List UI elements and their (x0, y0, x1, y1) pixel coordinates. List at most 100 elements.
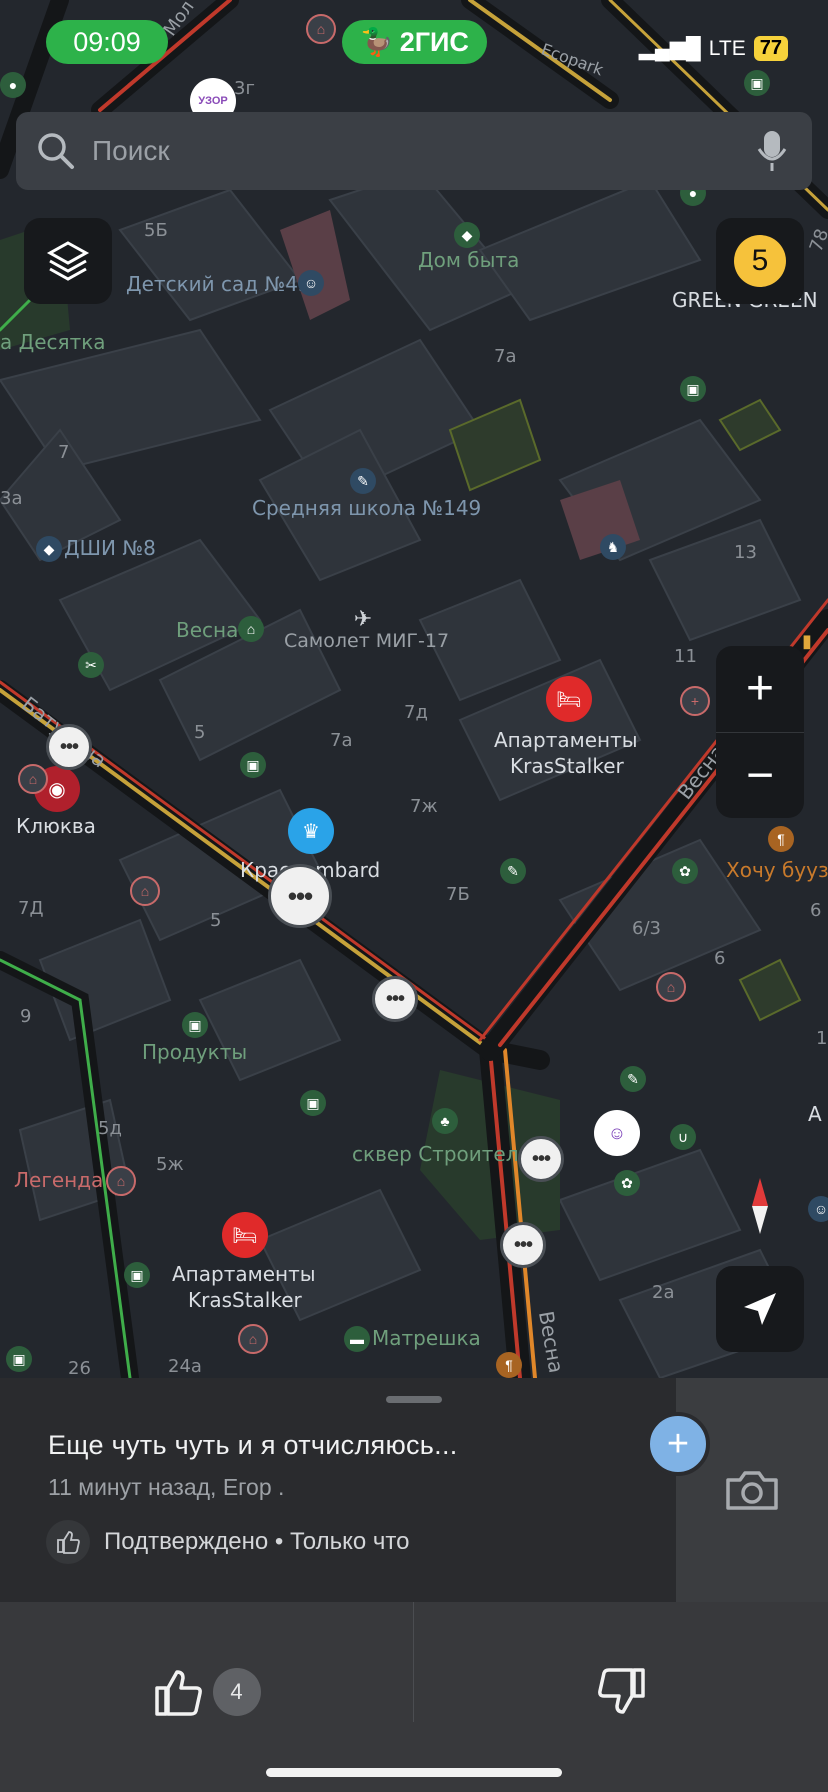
service-icon[interactable]: ◆ (454, 222, 480, 248)
layers-icon (46, 241, 90, 281)
selected-comment-marker-icon[interactable]: ••• (268, 864, 332, 928)
thumbs-down-icon (598, 1668, 645, 1714)
house-number: 5д (98, 1118, 122, 1139)
like-button[interactable]: 4 (0, 1602, 413, 1782)
label-desyatka: а Десятка (0, 330, 106, 354)
scissors-icon[interactable]: ✂ (78, 652, 104, 678)
navigation-arrow-icon (744, 1293, 776, 1325)
status-indicators: ▂▄▆█ LTE 77 (639, 36, 788, 61)
events-count-badge: 5 (734, 235, 786, 287)
layers-button[interactable] (24, 218, 112, 304)
zoom-controls: + − (716, 646, 804, 818)
shop-icon[interactable]: ▣ (300, 1090, 326, 1116)
basket-icon[interactable]: ▣ (124, 1262, 150, 1288)
cafe-icon[interactable]: ¶ (496, 1352, 522, 1378)
house-number: 24а (168, 1356, 202, 1377)
comment-marker-icon[interactable]: ••• (46, 724, 92, 770)
comment-title: Еще чуть чуть и я отчисляюсь... (48, 1430, 458, 1460)
vote-bar: 4 (0, 1602, 828, 1792)
kindergarten-icon[interactable]: ☺ (298, 270, 324, 296)
label-matreshka: Матрешка (372, 1326, 481, 1350)
label-produkty: Продукты (142, 1040, 248, 1064)
playground-icon[interactable]: ☺ (808, 1196, 828, 1222)
zoom-in-button[interactable]: + (716, 646, 804, 733)
label-apart2-line2: KrasStalker (188, 1288, 302, 1312)
label-apart1-line2: KrasStalker (510, 754, 624, 778)
basket-icon[interactable]: ▣ (680, 376, 706, 402)
label-skver: сквер Строителей (352, 1142, 544, 1166)
duck-icon: 🦆 (360, 27, 394, 57)
house-number: 13 (734, 542, 757, 563)
comment-marker-icon[interactable]: ••• (518, 1136, 564, 1182)
horseshoe-icon[interactable]: ∪ (670, 1124, 696, 1150)
label-samolet: Самолет МИГ-17 (284, 630, 450, 652)
label-vesna: Весна (176, 618, 239, 642)
zoom-out-button[interactable]: − (716, 733, 804, 819)
my-location-button[interactable] (716, 1266, 804, 1352)
airplane-icon[interactable]: ✈ (350, 606, 376, 632)
label-detsad: Детский сад №43 (126, 272, 311, 296)
owl-icon[interactable]: ☺ (594, 1110, 640, 1156)
pet-icon[interactable]: ✿ (672, 858, 698, 884)
home-icon[interactable]: ⌂ (130, 876, 160, 906)
art-school-icon[interactable]: ◆ (36, 536, 62, 562)
park-icon[interactable]: ♣ (432, 1108, 458, 1134)
crown-icon[interactable]: ♛ (288, 808, 334, 854)
home-icon[interactable]: ⌂ (106, 1166, 136, 1196)
home-indicator (266, 1768, 562, 1777)
dislike-button[interactable] (414, 1602, 828, 1782)
bottom-sheet: Еще чуть чуть и я отчисляюсь... 11 минут… (0, 1378, 828, 1792)
app-badge[interactable]: 🦆 2ГИС (342, 20, 487, 64)
house-number: 6 (714, 948, 726, 969)
signal-icon: ▂▄▆█ (638, 37, 701, 60)
house-number: 9 (20, 1006, 32, 1027)
add-photo-pane[interactable] (676, 1378, 828, 1602)
shop-icon[interactable]: ⌂ (238, 616, 264, 642)
status-bar: 09:09 🦆 2ГИС ▂▄▆█ LTE 77 (0, 0, 828, 86)
house-number: 7д (404, 702, 428, 723)
label-dshi: ДШИ №8 (64, 536, 156, 560)
hotel-icon[interactable]: 🛏 (546, 676, 592, 722)
microphone-icon[interactable] (754, 129, 790, 173)
home-icon[interactable]: ⌂ (18, 764, 48, 794)
app-name: 2ГИС (399, 26, 469, 57)
house-number: 2а (652, 1282, 675, 1303)
thumbs-up-icon (154, 1670, 202, 1716)
medical-icon[interactable]: + (680, 686, 710, 716)
house-number: 5 (210, 910, 222, 931)
sheet-drag-handle[interactable] (386, 1396, 442, 1403)
compass-icon[interactable] (738, 1176, 782, 1236)
shop-icon[interactable]: ▣ (182, 1012, 208, 1038)
house-number: 7ж (410, 796, 438, 817)
house-number: А (808, 1102, 822, 1126)
playground-icon[interactable]: ♞ (600, 534, 626, 560)
label-khochu: Хочу буузы (726, 858, 828, 882)
home-icon[interactable]: ⌂ (656, 972, 686, 1002)
paint-icon[interactable]: ✎ (620, 1066, 646, 1092)
search-placeholder: Поиск (92, 135, 170, 166)
house-number: 7Д (18, 898, 44, 919)
search-icon (38, 133, 74, 169)
comment-marker-icon[interactable]: ••• (500, 1222, 546, 1268)
house-number: 7а (494, 346, 517, 367)
shop-icon[interactable]: ▣ (6, 1346, 32, 1372)
like-count-badge: 4 (212, 1668, 261, 1716)
label-legenda: Легенда (14, 1168, 104, 1192)
network-type: LTE (708, 36, 746, 60)
comment-card[interactable]: Еще чуть чуть и я отчисляюсь... 11 минут… (0, 1378, 676, 1602)
paint-icon[interactable]: ✎ (500, 858, 526, 884)
comment-marker-icon[interactable]: ••• (372, 976, 418, 1022)
cafe-icon[interactable]: ¶ (768, 826, 794, 852)
add-photo-button[interactable]: + (646, 1412, 710, 1476)
events-button[interactable]: 5 (716, 218, 804, 304)
hotel-icon[interactable]: 🛏 (222, 1212, 268, 1258)
hotel-small-icon[interactable]: ▬ (344, 1326, 370, 1352)
school-icon[interactable]: ✎ (350, 468, 376, 494)
shop-icon[interactable]: ▣ (240, 752, 266, 778)
map-view[interactable]: Дом быта GREEN GREEN Детский сад №43 а Д… (0, 0, 828, 1378)
pet-icon[interactable]: ✿ (614, 1170, 640, 1196)
status-time: 09:09 (46, 20, 168, 64)
search-bar[interactable]: Поиск (16, 112, 812, 190)
home-icon[interactable]: ⌂ (238, 1324, 268, 1354)
confirmed-status: Подтверждено • Только что (104, 1528, 410, 1555)
